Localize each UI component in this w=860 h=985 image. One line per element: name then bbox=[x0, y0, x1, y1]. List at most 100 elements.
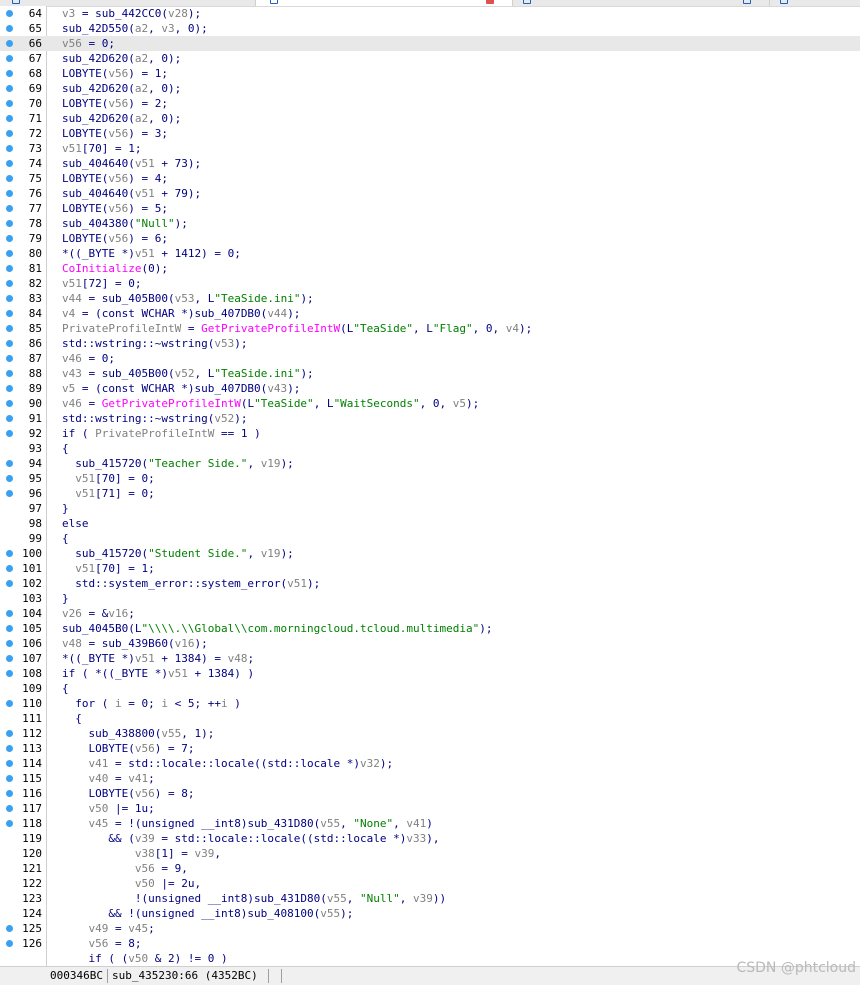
code-line[interactable]: 103} bbox=[0, 591, 860, 606]
breakpoint-dot-icon[interactable] bbox=[6, 40, 13, 47]
breakpoint-dot-icon[interactable] bbox=[6, 55, 13, 62]
code-line[interactable]: 100 sub_415720("Student Side.", v19); bbox=[0, 546, 860, 561]
code-line[interactable]: 68 LOBYTE(v56) = 1; bbox=[0, 66, 860, 81]
breakpoint-dot-icon[interactable] bbox=[6, 340, 13, 347]
code-line[interactable]: 82 v51[72] = 0; bbox=[0, 276, 860, 291]
code-line[interactable]: 89 v5 = (const WCHAR *)sub_407DB0(v43); bbox=[0, 381, 860, 396]
breakpoint-dot-icon[interactable] bbox=[6, 655, 13, 662]
code-line[interactable]: 118 v45 = !(unsigned __int8)sub_431D80(v… bbox=[0, 816, 860, 831]
code-line[interactable]: 66 v56 = 0; bbox=[0, 36, 860, 51]
code-line[interactable]: 116 LOBYTE(v56) = 8; bbox=[0, 786, 860, 801]
breakpoint-dot-icon[interactable] bbox=[6, 775, 13, 782]
code-line[interactable]: 90 v46 = GetPrivateProfileIntW(L"TeaSide"… bbox=[0, 396, 860, 411]
code-line[interactable]: 77 LOBYTE(v56) = 5; bbox=[0, 201, 860, 216]
code-line[interactable]: 114 v41 = std::locale::locale((std::loca… bbox=[0, 756, 860, 771]
breakpoint-dot-icon[interactable] bbox=[6, 175, 13, 182]
breakpoint-dot-icon[interactable] bbox=[6, 250, 13, 257]
code-line[interactable]: 99 { bbox=[0, 531, 860, 546]
code-line[interactable]: 115 v40 = v41; bbox=[0, 771, 860, 786]
code-line[interactable]: 109 { bbox=[0, 681, 860, 696]
code-line[interactable]: 79 LOBYTE(v56) = 6; bbox=[0, 231, 860, 246]
breakpoint-dot-icon[interactable] bbox=[6, 730, 13, 737]
breakpoint-dot-icon[interactable] bbox=[6, 70, 13, 77]
breakpoint-dot-icon[interactable] bbox=[6, 310, 13, 317]
code-line[interactable]: 108 if ( *((_BYTE *)v51 + 1384) ) bbox=[0, 666, 860, 681]
code-line[interactable]: 72 LOBYTE(v56) = 3; bbox=[0, 126, 860, 141]
code-line[interactable]: 75 LOBYTE(v56) = 4; bbox=[0, 171, 860, 186]
breakpoint-dot-icon[interactable] bbox=[6, 100, 13, 107]
code-line[interactable]: 107 *((_BYTE *)v51 + 1384) = v48; bbox=[0, 651, 860, 666]
code-line[interactable]: 98 else bbox=[0, 516, 860, 531]
breakpoint-dot-icon[interactable] bbox=[6, 400, 13, 407]
pseudocode-view[interactable]: 64 v3 = sub_442CC0(v28); 65 sub_42D550(a2, … bbox=[0, 6, 860, 966]
breakpoint-dot-icon[interactable] bbox=[6, 625, 13, 632]
breakpoint-dot-icon[interactable] bbox=[6, 940, 13, 947]
code-line[interactable]: 121 v56 = 9, bbox=[0, 861, 860, 876]
breakpoint-dot-icon[interactable] bbox=[6, 805, 13, 812]
code-line[interactable]: 81 CoInitialize(0); bbox=[0, 261, 860, 276]
breakpoint-dot-icon[interactable] bbox=[6, 490, 13, 497]
breakpoint-dot-icon[interactable] bbox=[6, 565, 13, 572]
code-line[interactable]: 117 v50 |= 1u; bbox=[0, 801, 860, 816]
code-line[interactable]: 88 v43 = sub_405B00(v52, L"TeaSide.ini"); bbox=[0, 366, 860, 381]
code-line[interactable]: if ( (v50 & 2) != 0 ) bbox=[0, 951, 860, 966]
breakpoint-dot-icon[interactable] bbox=[6, 130, 13, 137]
code-line[interactable]: 64 v3 = sub_442CC0(v28); bbox=[0, 6, 860, 21]
code-line[interactable]: 91 std::wstring::~wstring(v52); bbox=[0, 411, 860, 426]
code-line[interactable]: 125 v49 = v45; bbox=[0, 921, 860, 936]
code-line[interactable]: 106 v48 = sub_439B60(v16); bbox=[0, 636, 860, 651]
code-line[interactable]: 74 sub_404640(v51 + 73); bbox=[0, 156, 860, 171]
breakpoint-dot-icon[interactable] bbox=[6, 745, 13, 752]
code-line[interactable]: 105 sub_4045B0(L"\\\\.\\Global\\com.morni… bbox=[0, 621, 860, 636]
breakpoint-dot-icon[interactable] bbox=[6, 820, 13, 827]
breakpoint-dot-icon[interactable] bbox=[6, 145, 13, 152]
breakpoint-dot-icon[interactable] bbox=[6, 355, 13, 362]
breakpoint-dot-icon[interactable] bbox=[6, 25, 13, 32]
code-line[interactable]: 95 v51[70] = 0; bbox=[0, 471, 860, 486]
code-line[interactable]: 110 for ( i = 0; i < 5; ++i ) bbox=[0, 696, 860, 711]
code-line[interactable]: 97} bbox=[0, 501, 860, 516]
code-line[interactable]: 83 v44 = sub_405B00(v53, L"TeaSide.ini"); bbox=[0, 291, 860, 306]
close-icon[interactable] bbox=[743, 0, 751, 4]
breakpoint-dot-icon[interactable] bbox=[6, 10, 13, 17]
code-line[interactable]: 104 v26 = &v16; bbox=[0, 606, 860, 621]
code-line[interactable]: 78 sub_404380("Null"); bbox=[0, 216, 860, 231]
breakpoint-dot-icon[interactable] bbox=[6, 295, 13, 302]
breakpoint-dot-icon[interactable] bbox=[6, 415, 13, 422]
code-line[interactable]: 94 sub_415720("Teacher Side.", v19); bbox=[0, 456, 860, 471]
close-icon[interactable] bbox=[486, 0, 494, 4]
breakpoint-dot-icon[interactable] bbox=[6, 550, 13, 557]
code-line[interactable]: 84 v4 = (const WCHAR *)sub_407DB0(v44); bbox=[0, 306, 860, 321]
breakpoint-dot-icon[interactable] bbox=[6, 220, 13, 227]
code-line[interactable]: 76 sub_404640(v51 + 79); bbox=[0, 186, 860, 201]
code-line[interactable]: 93 { bbox=[0, 441, 860, 456]
breakpoint-dot-icon[interactable] bbox=[6, 370, 13, 377]
code-line[interactable]: 85 PrivateProfileIntW = GetPrivateProfile… bbox=[0, 321, 860, 336]
breakpoint-dot-icon[interactable] bbox=[6, 265, 13, 272]
breakpoint-dot-icon[interactable] bbox=[6, 790, 13, 797]
code-line[interactable]: 92 if ( PrivateProfileIntW == 1 ) bbox=[0, 426, 860, 441]
breakpoint-dot-icon[interactable] bbox=[6, 385, 13, 392]
code-line[interactable]: 67 sub_42D620(a2, 0); bbox=[0, 51, 860, 66]
breakpoint-dot-icon[interactable] bbox=[6, 190, 13, 197]
breakpoint-dot-icon[interactable] bbox=[6, 235, 13, 242]
code-line[interactable]: 101 v51[70] = 1; bbox=[0, 561, 860, 576]
breakpoint-dot-icon[interactable] bbox=[6, 430, 13, 437]
breakpoint-dot-icon[interactable] bbox=[6, 160, 13, 167]
breakpoint-dot-icon[interactable] bbox=[6, 475, 13, 482]
breakpoint-dot-icon[interactable] bbox=[6, 640, 13, 647]
breakpoint-dot-icon[interactable] bbox=[6, 670, 13, 677]
breakpoint-dot-icon[interactable] bbox=[6, 610, 13, 617]
breakpoint-dot-icon[interactable] bbox=[6, 700, 13, 707]
breakpoint-dot-icon[interactable] bbox=[6, 760, 13, 767]
breakpoint-dot-icon[interactable] bbox=[6, 580, 13, 587]
code-line[interactable]: 80 *((_BYTE *)v51 + 1412) = 0; bbox=[0, 246, 860, 261]
code-line[interactable]: 73 v51[70] = 1; bbox=[0, 141, 860, 156]
code-line[interactable]: 119 && (v39 = std::locale::locale((std::… bbox=[0, 831, 860, 846]
code-line[interactable]: 65 sub_42D550(a2, v3, 0); bbox=[0, 21, 860, 36]
breakpoint-dot-icon[interactable] bbox=[6, 280, 13, 287]
breakpoint-dot-icon[interactable] bbox=[6, 205, 13, 212]
breakpoint-dot-icon[interactable] bbox=[6, 325, 13, 332]
breakpoint-dot-icon[interactable] bbox=[6, 925, 13, 932]
breakpoint-dot-icon[interactable] bbox=[6, 115, 13, 122]
